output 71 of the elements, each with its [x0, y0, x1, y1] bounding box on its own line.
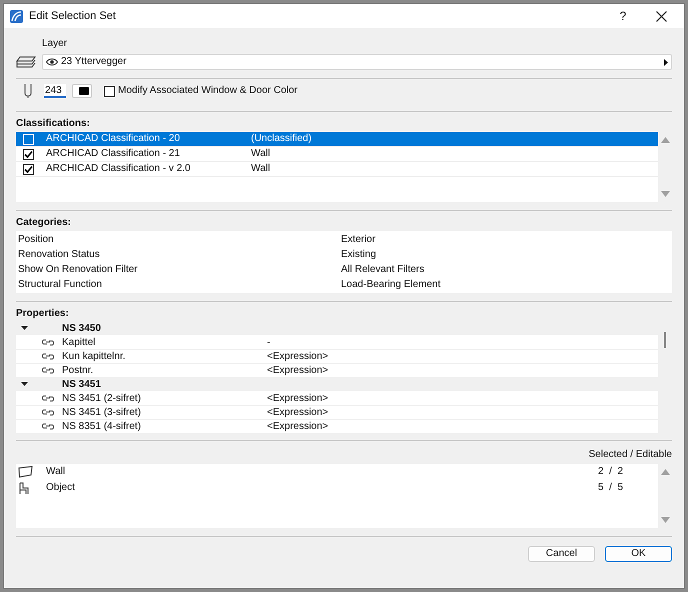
category-value: All Relevant Filters: [341, 264, 424, 276]
category-name: Renovation Status: [18, 248, 101, 260]
scrollbar-thumb[interactable]: [664, 332, 666, 348]
pen-color-button[interactable]: [72, 84, 92, 98]
collapse-caret-icon[interactable]: [21, 382, 28, 387]
help-button[interactable]: ?: [608, 7, 638, 25]
link-icon: [42, 367, 54, 374]
property-group-row[interactable]: NS 3450: [16, 322, 658, 336]
link-icon: [42, 339, 54, 346]
layer-value: 23 Yttervegger: [61, 56, 128, 68]
classification-value: Wall: [251, 148, 270, 160]
property-group-name: NS 3451: [62, 378, 101, 390]
eye-icon: [46, 58, 58, 66]
arrow-right-icon: [664, 58, 668, 66]
property-name: NS 8351 (4-sifret): [62, 420, 142, 432]
category-value: Existing: [341, 248, 376, 260]
layer-label: Layer: [42, 38, 68, 50]
collapse-caret-icon[interactable]: [21, 326, 28, 331]
property-name: Kun kapittelnr.: [62, 350, 126, 362]
classification-row[interactable]: ARCHICAD Classification - 21 Wall: [16, 147, 658, 162]
element-count: 5 / 5: [598, 482, 624, 494]
column-header: Selected / Editable: [588, 449, 672, 461]
checkbox-label: Modify Associated Window & Door Color: [118, 85, 298, 97]
layer-dropdown[interactable]: 23 Yttervegger: [42, 54, 672, 70]
classification-value: Wall: [251, 163, 270, 175]
checkbox[interactable]: [23, 164, 34, 174]
checkbox[interactable]: [104, 86, 115, 96]
property-name: NS 3451 (3-sifret): [62, 406, 142, 418]
close-icon: [656, 10, 666, 22]
category-name: Position: [18, 234, 55, 246]
property-group-name: NS 3450: [62, 322, 101, 334]
classification-value: (Unclassified): [251, 133, 312, 145]
wall-icon: [18, 466, 33, 478]
property-value: <Expression>: [267, 420, 328, 432]
classification-row[interactable]: ARCHICAD Classification - 20 (Unclassified): [16, 132, 658, 147]
category-name: Structural Function: [18, 278, 103, 290]
category-value: Exterior: [341, 234, 376, 246]
category-name: Show On Renovation Filter: [18, 264, 139, 276]
window-title: Edit Selection Set: [29, 8, 117, 24]
pen-icon: [24, 84, 32, 98]
checkbox[interactable]: [23, 148, 34, 160]
pen-number-field[interactable]: 243: [44, 84, 66, 98]
classification-name: ARCHICAD Classification - 20: [46, 133, 181, 145]
property-name: Kapittel: [62, 336, 96, 348]
property-name: NS 3451 (2-sifret): [62, 392, 142, 404]
property-value: <Expression>: [267, 406, 328, 418]
section-heading: Properties:: [16, 308, 70, 320]
dialog-button[interactable]: OK: [605, 546, 672, 562]
classification-name: ARCHICAD Classification - 21: [46, 148, 181, 160]
section-heading: Categories:: [16, 217, 72, 229]
link-icon: [42, 409, 54, 416]
element-name: Wall: [46, 466, 66, 478]
chair-icon: [18, 482, 30, 494]
property-group-row[interactable]: NS 3451: [16, 378, 658, 392]
category-value: Load-Bearing Element: [341, 278, 441, 290]
property-value: <Expression>: [267, 350, 328, 362]
classification-name: ARCHICAD Classification - v 2.0: [46, 163, 192, 175]
link-icon: [42, 423, 54, 430]
property-value: <Expression>: [267, 364, 328, 376]
property-value: <Expression>: [267, 392, 328, 404]
dialog-button[interactable]: Cancel: [528, 546, 595, 562]
element-count: 2 / 2: [598, 466, 624, 478]
link-icon: [42, 395, 54, 402]
link-icon: [42, 353, 54, 360]
classification-row[interactable]: ARCHICAD Classification - v 2.0 Wall: [16, 162, 658, 177]
property-value: -: [267, 336, 270, 348]
app-logo-icon: [10, 10, 23, 22]
element-name: Object: [46, 482, 76, 494]
section-heading: Classifications:: [16, 118, 91, 130]
layer-stack-icon: [16, 56, 36, 68]
property-name: Postnr.: [62, 364, 94, 376]
